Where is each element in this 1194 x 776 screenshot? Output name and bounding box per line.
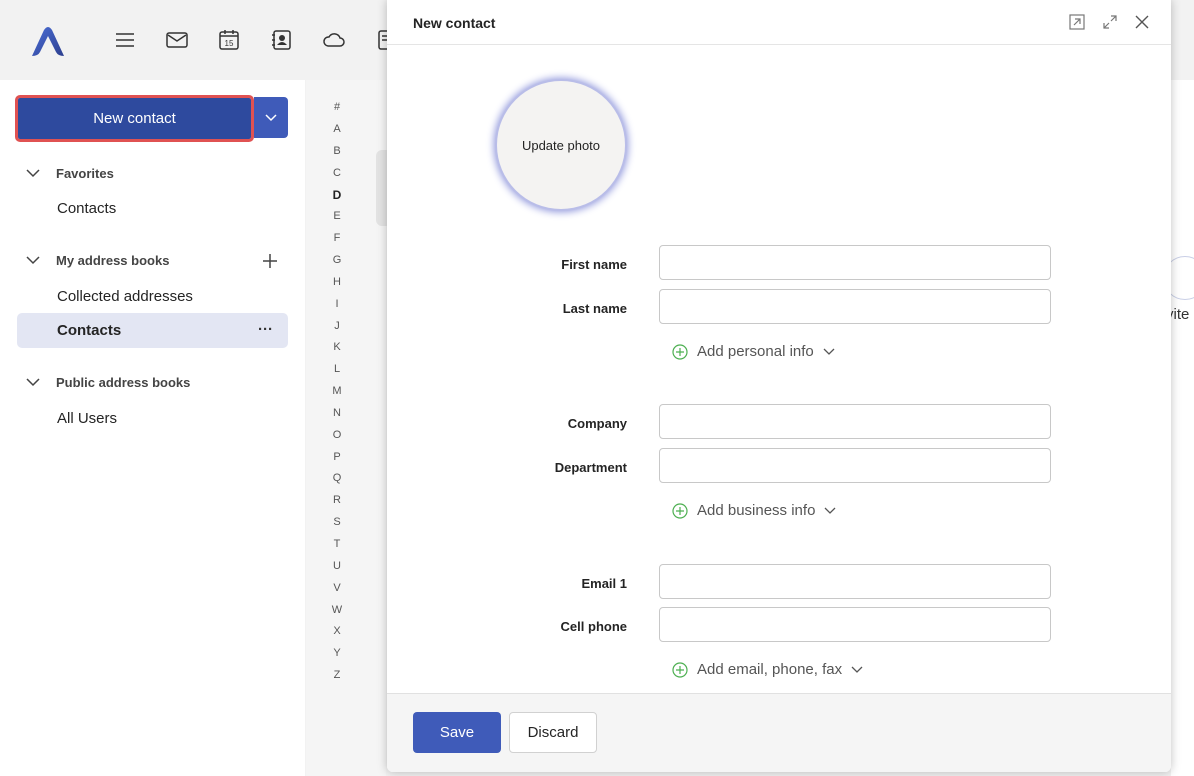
chevron-down-icon bbox=[823, 348, 835, 355]
alphabet-index-letter[interactable]: C bbox=[327, 167, 347, 179]
sidebar-item-collected-addresses[interactable]: Collected addresses bbox=[57, 288, 193, 305]
add-address-book-icon[interactable] bbox=[261, 252, 279, 270]
close-icon[interactable] bbox=[1132, 12, 1152, 32]
app-logo[interactable] bbox=[28, 26, 68, 58]
email-1-field[interactable] bbox=[659, 564, 1051, 599]
chevron-down-icon bbox=[24, 256, 42, 265]
add-personal-info-label: Add personal info bbox=[697, 343, 814, 360]
add-personal-info-button[interactable]: Add personal info bbox=[672, 343, 835, 360]
company-field[interactable] bbox=[659, 404, 1051, 439]
alphabet-index-letter[interactable]: Q bbox=[327, 472, 347, 484]
chevron-down-icon bbox=[24, 378, 42, 387]
section-label: Favorites bbox=[56, 166, 114, 181]
alphabet-index-letter[interactable]: H bbox=[327, 276, 347, 288]
alphabet-index-letter[interactable]: G bbox=[327, 254, 347, 266]
alphabet-index-letter[interactable]: Y bbox=[327, 647, 347, 659]
department-label: Department bbox=[554, 460, 627, 475]
section-favorites[interactable]: Favorites bbox=[24, 166, 114, 181]
popout-icon[interactable] bbox=[1067, 12, 1087, 32]
save-button[interactable]: Save bbox=[413, 712, 501, 753]
add-circle-icon bbox=[672, 502, 688, 519]
alphabet-index-letter[interactable]: B bbox=[327, 145, 347, 157]
email-1-label: Email 1 bbox=[581, 576, 627, 591]
alphabet-index-letter[interactable]: Z bbox=[327, 669, 347, 681]
cell-phone-field[interactable] bbox=[659, 607, 1051, 642]
sidebar-item-all-users[interactable]: All Users bbox=[57, 410, 117, 427]
dialog-footer: Save Discard bbox=[387, 693, 1171, 772]
chevron-down-icon bbox=[824, 507, 836, 514]
new-contact-button[interactable]: New contact bbox=[15, 95, 254, 142]
cell-phone-label: Cell phone bbox=[560, 619, 627, 634]
new-contact-dialog: New contact Update photo First name Last… bbox=[387, 0, 1171, 772]
last-name-field[interactable] bbox=[659, 289, 1051, 324]
alphabet-index-letter[interactable]: X bbox=[327, 625, 347, 637]
add-email-phone-fax-button[interactable]: Add email, phone, fax bbox=[672, 661, 863, 678]
alphabet-index-letter[interactable]: F bbox=[327, 232, 347, 244]
mail-icon[interactable] bbox=[165, 28, 189, 52]
add-circle-icon bbox=[672, 343, 688, 360]
chevron-down-icon bbox=[24, 169, 42, 178]
alphabet-index-letter[interactable]: A bbox=[327, 123, 347, 135]
more-options-icon[interactable]: ··· bbox=[258, 321, 273, 338]
section-label: Public address books bbox=[56, 375, 191, 390]
alphabet-index-letter[interactable]: R bbox=[327, 494, 347, 506]
update-photo-button[interactable]: Update photo bbox=[497, 81, 625, 209]
dialog-title: New contact bbox=[413, 15, 496, 31]
alphabet-index-letter[interactable]: U bbox=[327, 560, 347, 572]
add-business-info-label: Add business info bbox=[697, 502, 816, 519]
chevron-down-icon bbox=[851, 666, 863, 673]
alphabet-index-letter[interactable]: S bbox=[327, 516, 347, 528]
cloud-icon[interactable] bbox=[322, 28, 346, 52]
alphabet-index-letter[interactable]: P bbox=[327, 451, 347, 463]
maximize-icon[interactable] bbox=[1100, 12, 1120, 32]
alphabet-index-letter[interactable]: J bbox=[327, 320, 347, 332]
alphabet-index-letter[interactable]: T bbox=[327, 538, 347, 550]
sidebar-item-favorites-contacts[interactable]: Contacts bbox=[57, 200, 116, 217]
section-label: My address books bbox=[56, 253, 170, 268]
alphabet-index-letter[interactable]: # bbox=[327, 101, 347, 113]
add-business-info-button[interactable]: Add business info bbox=[672, 502, 836, 519]
alphabet-index-letter[interactable]: W bbox=[327, 604, 347, 616]
alphabet-index-letter[interactable]: N bbox=[327, 407, 347, 419]
alphabet-index-letter[interactable]: D bbox=[327, 188, 347, 202]
reading-pane-peek bbox=[1171, 80, 1194, 776]
contacts-icon[interactable] bbox=[270, 28, 294, 52]
add-circle-icon bbox=[672, 661, 688, 678]
alphabet-index-letter[interactable]: E bbox=[327, 210, 347, 222]
sidebar bbox=[0, 80, 305, 776]
chevron-down-icon bbox=[265, 113, 277, 121]
alphabet-index-letter[interactable]: M bbox=[327, 385, 347, 397]
alphabet-index-letter[interactable]: V bbox=[327, 582, 347, 594]
dialog-header: New contact bbox=[387, 0, 1171, 45]
section-public-address-books[interactable]: Public address books bbox=[24, 375, 190, 390]
sidebar-item-contacts[interactable]: Contacts bbox=[57, 322, 121, 339]
first-name-label: First name bbox=[561, 257, 627, 272]
last-name-label: Last name bbox=[562, 301, 627, 316]
alphabet-index-letter[interactable]: L bbox=[327, 363, 347, 375]
new-contact-dropdown-button[interactable] bbox=[254, 97, 288, 138]
calendar-icon[interactable]: 15 bbox=[217, 28, 241, 52]
alphabet-index-letter[interactable]: I bbox=[327, 298, 347, 310]
discard-button[interactable]: Discard bbox=[509, 712, 597, 753]
alphabet-index-letter[interactable]: O bbox=[327, 429, 347, 441]
add-email-phone-fax-label: Add email, phone, fax bbox=[697, 661, 843, 678]
alphabet-index-letter[interactable]: K bbox=[327, 341, 347, 353]
first-name-field[interactable] bbox=[659, 245, 1051, 280]
company-label: Company bbox=[567, 416, 627, 431]
svg-text:15: 15 bbox=[225, 39, 234, 48]
section-my-address-books[interactable]: My address books bbox=[24, 253, 169, 268]
department-field[interactable] bbox=[659, 448, 1051, 483]
menu-icon[interactable] bbox=[113, 28, 137, 52]
